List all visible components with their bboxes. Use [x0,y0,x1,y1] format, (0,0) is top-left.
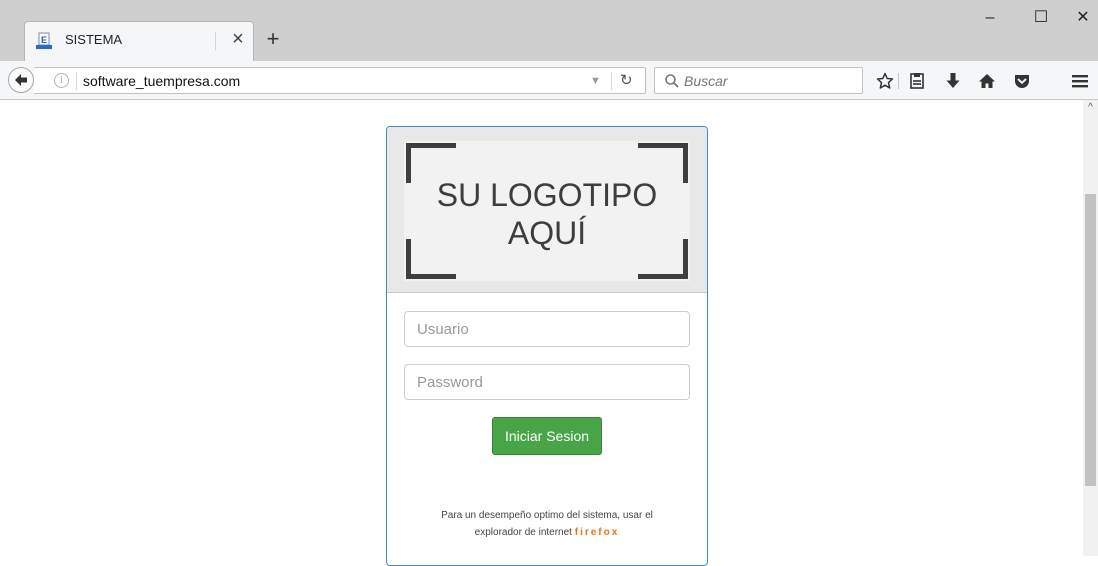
pocket-icon[interactable] [1010,69,1034,93]
info-icon[interactable]: i [54,73,69,88]
logo-header: SU LOGOTIPO AQUÍ [387,127,707,293]
logo-text: SU LOGOTIPO AQUÍ [404,176,690,252]
menu-icon[interactable] [1068,69,1092,93]
logo-placeholder: SU LOGOTIPO AQUÍ [404,141,690,281]
new-tab-button[interactable]: + [262,28,284,51]
note-line-2-prefix: explorador de internet [474,527,572,538]
url-divider [76,72,77,90]
download-icon[interactable] [941,69,965,93]
firefox-label: firefox [574,527,620,538]
note-line-1: Para un desempeño optimo del sistema, us… [441,510,653,521]
password-field[interactable] [404,364,690,400]
url-text[interactable]: software_tuempresa.com [83,73,240,89]
back-button[interactable] [8,67,34,93]
scroll-up-icon[interactable]: ^ [1083,100,1098,115]
reading-list-icon[interactable] [905,69,929,93]
svg-text:E: E [41,35,47,45]
url-dropdown-icon[interactable]: ▼ [590,71,601,91]
tab-close-icon[interactable]: × [227,28,249,50]
vertical-scrollbar[interactable]: ^ [1083,100,1098,556]
page-viewport: SU LOGOTIPO AQUÍ Iniciar Sesion Para un … [0,100,1098,566]
logo-text-line2: AQUÍ [507,215,587,251]
search-bar[interactable]: Buscar [654,67,863,94]
toolbar-divider [898,73,899,89]
search-placeholder: Buscar [684,73,728,89]
logo-text-line1: SU LOGOTIPO [436,177,658,213]
site-favicon-icon: E [36,32,52,49]
tab-title: SISTEMA [65,32,123,47]
tab-sistema[interactable]: E SISTEMA × [24,21,254,61]
close-window-button[interactable]: ✕ [1068,6,1098,30]
bookmark-star-icon[interactable] [873,69,897,93]
browser-recommendation-note: Para un desempeño optimo del sistema, us… [387,507,707,541]
home-icon[interactable] [975,69,999,93]
note-line-2: explorador de internet firefox [387,524,707,541]
browser-titlebar: E SISTEMA × + – ☐ ✕ [0,0,1098,61]
reload-icon[interactable]: ↻ [620,69,633,93]
search-icon [665,74,679,88]
username-field[interactable] [404,311,690,347]
back-icon [15,74,27,86]
minimize-button[interactable]: – [975,6,1005,30]
login-panel: SU LOGOTIPO AQUÍ Iniciar Sesion Para un … [386,126,708,566]
login-button[interactable]: Iniciar Sesion [492,417,602,455]
url-divider-2 [611,72,612,90]
scroll-thumb[interactable] [1085,194,1096,486]
url-bar[interactable]: i software_tuempresa.com ▼ ↻ [34,67,646,94]
tab-divider [215,32,216,50]
maximize-button[interactable]: ☐ [1026,6,1056,30]
navigation-toolbar: i software_tuempresa.com ▼ ↻ Buscar [0,61,1098,100]
